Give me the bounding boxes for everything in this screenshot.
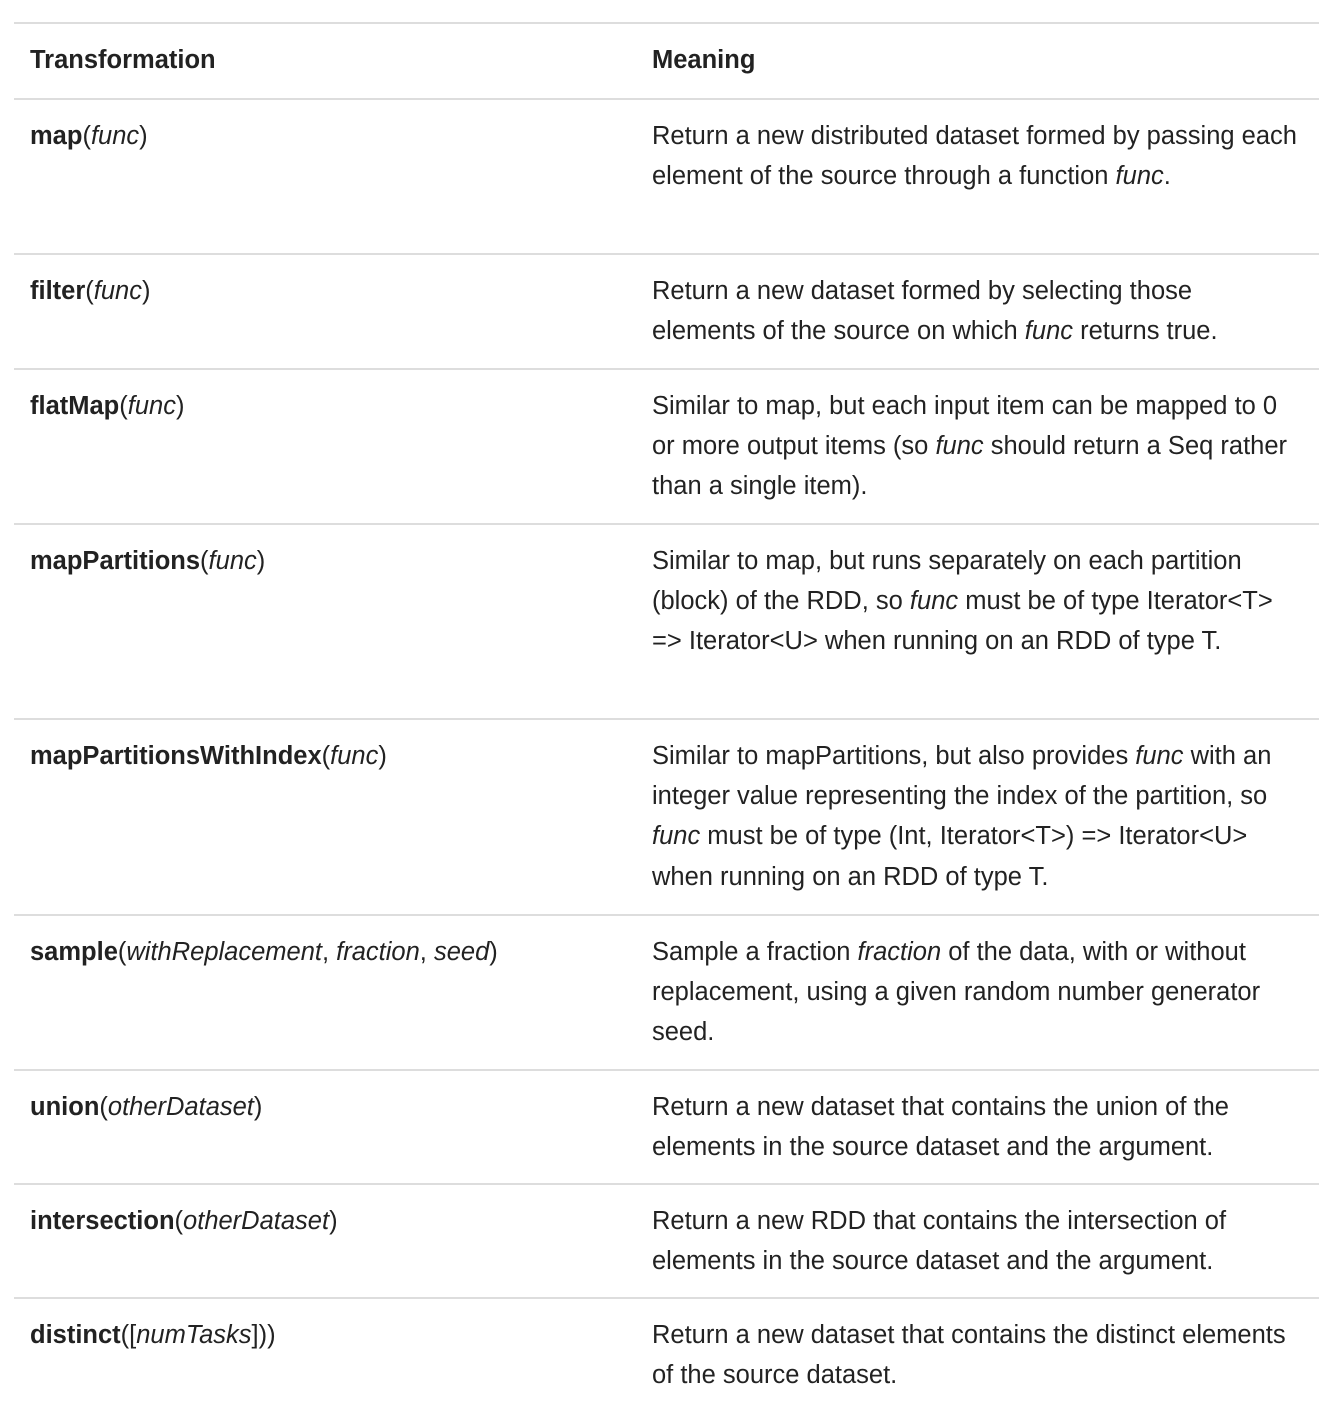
meaning-emphasis: func	[909, 587, 959, 616]
signature-punctuation: ,	[322, 938, 337, 966]
meaning-text: Similar to mapPartitions, but also provi…	[652, 742, 1136, 770]
signature-punctuation: )	[489, 938, 498, 966]
signature-punctuation: )	[175, 392, 185, 420]
meaning-text: returns true.	[1073, 317, 1218, 346]
function-name: filter	[30, 277, 86, 305]
meaning-text: Sample a fraction	[652, 938, 858, 966]
function-name: mapPartitions	[30, 547, 201, 575]
signature-punctuation: (	[82, 122, 91, 150]
table-row: flatMap(func) Similar to map, but each in…	[14, 370, 1319, 525]
transformations-table: Transformation Meaning map(func) Return a…	[14, 22, 1319, 1407]
meaning-cell: Return a new dataset that contains the d…	[652, 1299, 1302, 1407]
transformation-cell: sample(withReplacement, fraction, seed)	[14, 916, 652, 1069]
meaning-cell: Similar to mapPartitions, but also provi…	[652, 720, 1302, 914]
signature-punctuation: )	[253, 1093, 263, 1121]
argument-name: otherDataset	[183, 1207, 330, 1235]
signature-punctuation: )	[329, 1207, 338, 1235]
transformation-cell: mapPartitionsWithIndex(func)	[14, 720, 652, 914]
argument-name: func	[330, 742, 379, 770]
table-row: map(func) Return a new distributed datase…	[14, 100, 1319, 255]
meaning-text: must be of type (Int, Iterator<T>) => It…	[652, 822, 1248, 891]
meaning-cell: Return a new distributed dataset formed …	[652, 100, 1302, 253]
meaning-emphasis: func	[1115, 162, 1164, 191]
argument-name: otherDataset	[107, 1093, 254, 1121]
table-row: union(otherDataset) Return a new dataset …	[14, 1071, 1319, 1185]
signature-punctuation: (	[174, 1207, 184, 1235]
signature-punctuation: (	[85, 277, 94, 305]
table-row: intersection(otherDataset) Return a new R…	[14, 1185, 1319, 1299]
transformation-cell: intersection(otherDataset)	[14, 1185, 652, 1297]
argument-name: numTasks	[136, 1321, 252, 1349]
meaning-cell: Similar to map, but runs separately on e…	[652, 525, 1302, 718]
signature-punctuation: (	[321, 742, 331, 770]
argument-name: fraction	[336, 938, 420, 966]
meaning-cell: Sample a fraction fraction of the data, …	[652, 916, 1302, 1069]
argument-name: seed	[433, 938, 490, 966]
function-name: mapPartitionsWithIndex	[30, 742, 322, 770]
meaning-cell: Return a new dataset formed by selecting…	[652, 255, 1302, 368]
header-transformation: Transformation	[30, 46, 216, 74]
meaning-text: Return a new RDD that contains the inter…	[652, 1207, 1227, 1276]
meaning-cell: Return a new RDD that contains the inter…	[652, 1185, 1302, 1297]
transformation-cell: filter(func)	[14, 255, 652, 368]
transformation-cell: flatMap(func)	[14, 370, 652, 523]
table-header-row: Transformation Meaning	[14, 24, 1319, 100]
argument-name: withReplacement	[126, 938, 322, 966]
function-name: sample	[30, 938, 118, 966]
meaning-emphasis: func	[935, 432, 984, 461]
signature-punctuation: (	[119, 392, 128, 420]
table-body: map(func) Return a new distributed datase…	[14, 100, 1319, 1407]
function-name: distinct	[30, 1321, 121, 1349]
meaning-emphasis: func	[1024, 317, 1073, 346]
meaning-emphasis: fraction	[857, 938, 942, 966]
signature-punctuation: )	[139, 122, 148, 150]
function-name: intersection	[30, 1207, 175, 1235]
signature-punctuation: ([	[120, 1321, 137, 1349]
function-name: map	[30, 122, 83, 150]
table-row: mapPartitionsWithIndex(func) Similar to m…	[14, 720, 1319, 916]
signature-punctuation: )	[378, 742, 387, 770]
function-name: union	[30, 1093, 100, 1121]
argument-name: func	[93, 277, 142, 305]
transformation-cell: map(func)	[14, 100, 652, 253]
meaning-text: Return a new dataset that contains the d…	[652, 1321, 1286, 1390]
transformation-cell: distinct([numTasks]))	[14, 1299, 652, 1407]
function-name: flatMap	[30, 392, 120, 420]
meaning-text: .	[1163, 162, 1171, 191]
meaning-cell: Return a new dataset that contains the u…	[652, 1071, 1302, 1183]
signature-punctuation: (	[99, 1093, 108, 1121]
meaning-emphasis: func	[652, 822, 701, 851]
meaning-emphasis: func	[1135, 742, 1184, 770]
meaning-text: Return a new dataset that contains the u…	[652, 1093, 1229, 1162]
signature-punctuation: ,	[419, 938, 434, 966]
argument-name: func	[127, 392, 176, 420]
header-meaning: Meaning	[652, 46, 756, 74]
table-row: distinct([numTasks])) Return a new datase…	[14, 1299, 1319, 1407]
meaning-text: Return a new distributed dataset formed …	[652, 122, 1297, 191]
signature-punctuation: )	[256, 547, 266, 575]
signature-punctuation: ]))	[251, 1321, 276, 1349]
table-row: mapPartitions(func) Similar to map, but r…	[14, 525, 1319, 720]
table-row: filter(func) Return a new dataset formed …	[14, 255, 1319, 370]
argument-name: func	[208, 547, 257, 575]
table-row: sample(withReplacement, fraction, seed) S…	[14, 916, 1319, 1071]
signature-punctuation: (	[200, 547, 209, 575]
transformation-cell: mapPartitions(func)	[14, 525, 652, 718]
argument-name: func	[90, 122, 140, 150]
transformation-cell: union(otherDataset)	[14, 1071, 652, 1183]
meaning-cell: Similar to map, but each input item can …	[652, 370, 1302, 523]
signature-punctuation: )	[141, 277, 151, 305]
